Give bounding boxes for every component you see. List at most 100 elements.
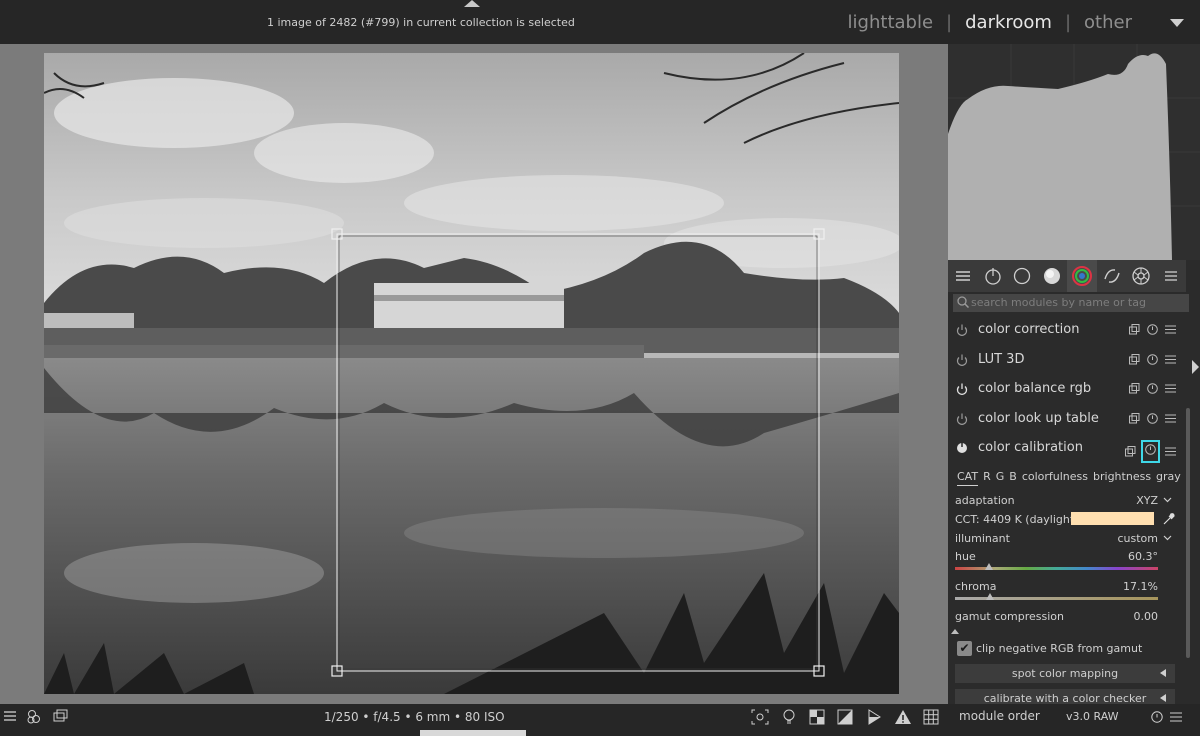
checkmark-icon[interactable]: ✔ [957, 640, 972, 656]
hue-slider-handle[interactable] [984, 562, 993, 570]
module-color-calibration[interactable]: color calibration [948, 434, 1184, 464]
cct-row: CCT: 4409 K (daylight) [948, 510, 1184, 528]
exif-info: 1/250 • f/4.5 • 6 mm • 80 ISO [324, 710, 505, 724]
reset-icon[interactable] [1145, 444, 1156, 455]
view-menu-dropdown-icon[interactable] [1170, 19, 1184, 27]
clip-negative-rgb-checkbox[interactable]: ✔ clip negative RGB from gamut [948, 637, 1184, 661]
spot-color-mapping-button[interactable]: spot color mapping [955, 663, 1175, 683]
chroma-slider[interactable]: chroma 17.1% [948, 577, 1184, 607]
tone-group-sphere-icon[interactable] [1037, 260, 1067, 292]
view-other[interactable]: other [1084, 12, 1132, 33]
correct-group-icon[interactable] [1097, 260, 1127, 292]
presets-icon[interactable] [1165, 324, 1176, 335]
view-separator: | [1064, 12, 1072, 33]
right-panel: search modules by name or tag color corr… [948, 44, 1200, 708]
reset-icon[interactable] [1147, 353, 1158, 365]
adaptation-combobox[interactable]: adaptation XYZ [948, 491, 1184, 509]
styles-icon[interactable] [26, 709, 42, 725]
color-picker-icon[interactable] [1162, 512, 1176, 526]
reset-icon[interactable] [1147, 383, 1158, 394]
presets-icon[interactable] [1170, 711, 1182, 723]
multi-instance-icon[interactable] [1129, 353, 1140, 365]
photo-preview[interactable] [44, 53, 899, 694]
quick-access-panel-icon[interactable] [948, 260, 978, 292]
effect-group-icon[interactable] [1127, 260, 1157, 292]
tab-r[interactable]: R [983, 470, 991, 483]
reset-icon[interactable] [1151, 711, 1163, 723]
module-color-balance-rgb[interactable]: color balance rgb [948, 375, 1184, 405]
guides-grid-icon[interactable] [923, 709, 939, 725]
view-darkroom[interactable]: darkroom [965, 12, 1052, 33]
hue-label: hue [955, 549, 976, 563]
module-order-value: v3.0 RAW [1066, 710, 1119, 723]
module-search-input[interactable]: search modules by name or tag [953, 294, 1189, 312]
reset-icon[interactable] [1147, 412, 1158, 424]
power-icon[interactable] [956, 383, 968, 395]
hue-value: 60.3° [1128, 549, 1158, 563]
selection-status: 1 image of 2482 (#799) in current collec… [267, 16, 575, 29]
multi-instance-icon[interactable] [1129, 324, 1140, 335]
power-icon[interactable] [956, 354, 968, 366]
collapse-left-arrow-icon [1160, 693, 1166, 702]
module-label: color balance rgb [978, 381, 1092, 396]
reset-icon[interactable] [1147, 324, 1158, 335]
hue-slider[interactable]: hue 60.3° [948, 547, 1184, 577]
softproof-icon[interactable] [866, 709, 882, 725]
second-window-icon[interactable] [53, 709, 69, 725]
cct-label: CCT: 4409 K (daylight) [955, 512, 1079, 526]
module-order-label: module order [959, 709, 1040, 723]
gamut-check-warning-icon[interactable] [894, 709, 912, 725]
power-icon[interactable] [956, 442, 968, 454]
multi-instance-icon[interactable] [1125, 446, 1136, 457]
search-placeholder: search modules by name or tag [971, 296, 1146, 309]
tab-b[interactable]: B [1009, 470, 1017, 483]
bottom-bar: 1/250 • f/4.5 • 6 mm • 80 ISO module ord… [0, 704, 1200, 736]
active-modules-power-icon[interactable] [978, 260, 1008, 292]
tab-gray[interactable]: gray [1156, 470, 1181, 483]
base-group-circle-icon[interactable] [1008, 260, 1038, 292]
right-panel-collapse-arrow[interactable] [1192, 360, 1199, 374]
module-color-correction[interactable]: color correction [948, 316, 1184, 346]
right-panel-scrollbar[interactable] [1186, 408, 1190, 658]
module-color-look-up-table[interactable]: color look up table [948, 405, 1184, 435]
presets-icon[interactable] [1165, 413, 1176, 424]
multi-instance-icon[interactable] [1129, 383, 1140, 394]
image-canvas-area[interactable] [0, 44, 948, 704]
crop-frame[interactable] [44, 53, 899, 694]
gamut-value: 0.00 [1133, 609, 1159, 623]
focus-peaking-icon[interactable] [751, 709, 769, 725]
spot-label: spot color mapping [1011, 666, 1119, 680]
presets-menu-icon[interactable] [1156, 260, 1186, 292]
reset-button-highlighted[interactable] [1141, 440, 1160, 463]
chroma-label: chroma [955, 579, 997, 593]
presets-icon[interactable] [1165, 354, 1176, 365]
presets-icon[interactable] [1165, 383, 1176, 394]
tab-colorfulness[interactable]: colorfulness [1022, 470, 1088, 483]
view-lighttable[interactable]: lighttable [848, 12, 933, 33]
multi-instance-icon[interactable] [1129, 412, 1140, 424]
raw-overexposed-icon[interactable] [809, 709, 825, 725]
adaptation-label: adaptation [955, 493, 1015, 507]
tab-g[interactable]: G [996, 470, 1005, 483]
color-assessment-bulb-icon[interactable] [781, 709, 797, 725]
tab-cat[interactable]: CAT [957, 469, 979, 486]
gamut-compression-slider[interactable]: gamut compression 0.00 [948, 607, 1184, 637]
power-icon[interactable] [956, 413, 968, 425]
gamut-slider-handle[interactable] [951, 628, 959, 634]
top-panel-collapse-arrow[interactable] [464, 0, 480, 7]
color-group-icon[interactable] [1067, 260, 1097, 292]
tab-brightness[interactable]: brightness [1093, 470, 1151, 483]
hamburger-menu-icon[interactable] [3, 709, 17, 723]
collapse-left-arrow-icon [1160, 668, 1166, 677]
chevron-down-icon [1163, 535, 1172, 540]
clipping-indicator-icon[interactable] [837, 709, 853, 725]
chroma-slider-handle[interactable] [985, 592, 994, 600]
power-icon[interactable] [956, 324, 968, 336]
module-label: color correction [978, 322, 1080, 337]
presets-icon[interactable] [1165, 446, 1176, 457]
module-lut-3d[interactable]: LUT 3D [948, 346, 1184, 376]
chroma-value: 17.1% [1123, 579, 1158, 593]
illuminant-combobox[interactable]: illuminant custom [948, 529, 1184, 547]
histogram[interactable] [948, 44, 1200, 261]
filmstrip-collapse-tab[interactable] [420, 730, 526, 736]
